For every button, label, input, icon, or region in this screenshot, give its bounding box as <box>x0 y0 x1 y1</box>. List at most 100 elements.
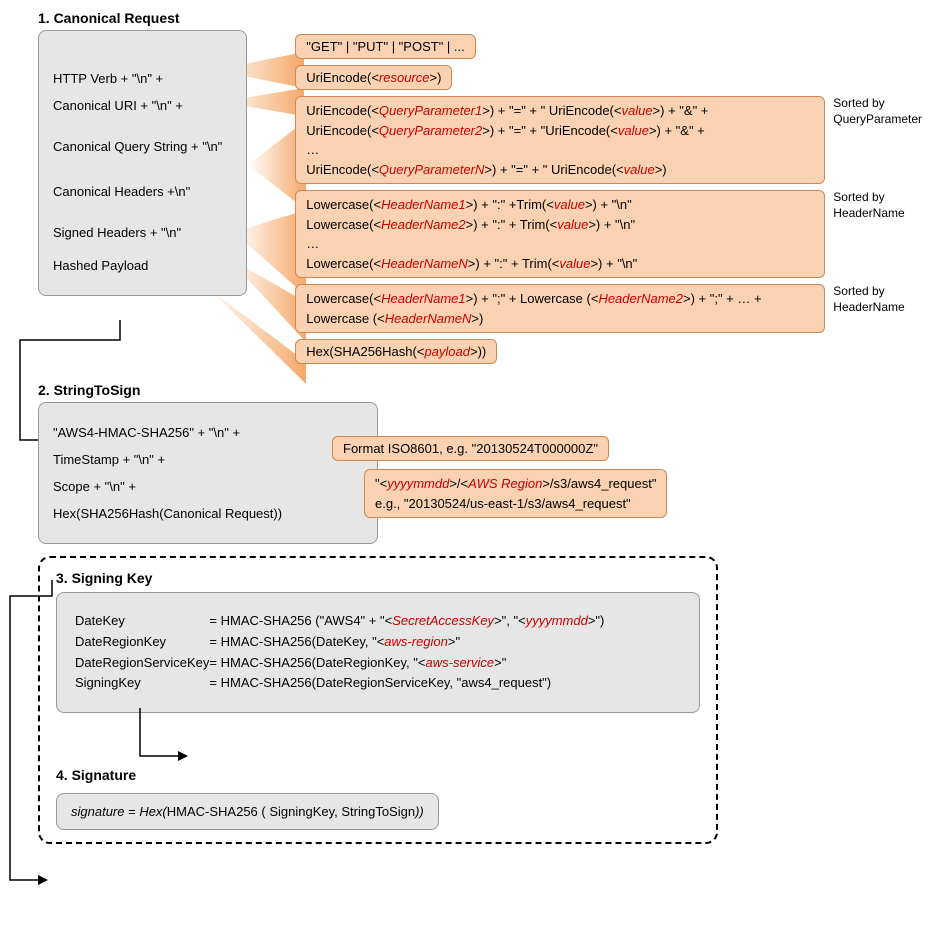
signed-headers-callout: Lowercase(<HeaderName1>) + ";" + Lowerca… <box>295 284 825 333</box>
p: QueryParameterN <box>379 162 484 177</box>
p: HeaderName1 <box>381 291 466 306</box>
uri-encode-callout: UriEncode(<resource>) <box>295 65 452 90</box>
http-verbs-callout: "GET" | "PUT" | "POST" | ... <box>295 34 475 59</box>
t: >) + ";" + Lowercase (< <box>466 291 599 306</box>
t: )) <box>415 804 424 819</box>
t: >" <box>494 655 506 670</box>
table-row: DateKey= HMAC-SHA256 ("AWS4" + "<SecretA… <box>75 611 604 632</box>
t: >", "< <box>494 613 526 628</box>
alg-label: "AWS4-HMAC-SHA256" + "\n" + <box>53 425 363 440</box>
ellipsis: … <box>306 234 814 254</box>
t: >/< <box>449 476 468 491</box>
p: HeaderNameN <box>381 256 468 271</box>
p: value <box>624 162 655 177</box>
t: >) + "=" + "UriEncode(< <box>482 123 618 138</box>
p: aws-region <box>384 634 448 649</box>
section-3-title: 3. Signing Key <box>56 570 700 586</box>
t: >) + ":" + Trim(< <box>466 217 558 232</box>
p: value <box>557 217 588 232</box>
signature-box: signature = Hex(HMAC-SHA256 ( SigningKey… <box>56 793 439 830</box>
p: SecretAccessKey <box>392 613 494 628</box>
hash-payload-callout: Hex(SHA256Hash(<payload>)) <box>295 339 497 364</box>
t: UriEncode(< <box>306 123 379 138</box>
canonical-query-label: Canonical Query String + "\n" <box>53 139 232 154</box>
hex-label: Hex(SHA256Hash(Canonical Request)) <box>53 506 363 521</box>
t: >) + "&" + <box>653 103 709 118</box>
t: >) + ":" + Trim(< <box>468 256 560 271</box>
section-1: 1. Canonical Request HTTP Verb + "\n" + … <box>38 10 922 370</box>
key: SigningKey <box>75 673 209 694</box>
t: = HMAC-SHA256(DateRegionServiceKey, "aws… <box>209 673 604 694</box>
t: HMAC-SHA256 ( SigningKey, StringToSign <box>167 804 415 819</box>
signing-key-table: DateKey= HMAC-SHA256 ("AWS4" + "<SecretA… <box>75 611 604 694</box>
t: Lowercase(< <box>306 291 381 306</box>
section-2: 2. StringToSign "AWS4-HMAC-SHA256" + "\n… <box>38 382 922 544</box>
p: AWS Region <box>468 476 542 491</box>
t: = HMAC-SHA256 ("AWS4" + "< <box>209 613 392 628</box>
sort-note-hdr: Sorted by HeaderName <box>833 190 904 221</box>
t: >) <box>655 162 667 177</box>
t: Lowercase(< <box>306 197 381 212</box>
sort-note-sh: Sorted by HeaderName <box>833 284 904 315</box>
p: yyyymmdd <box>526 613 588 628</box>
text: >) <box>430 70 442 85</box>
p: HeaderName2 <box>381 217 466 232</box>
param: resource <box>379 70 430 85</box>
table-row: DateRegionServiceKey= HMAC-SHA256(DateRe… <box>75 653 604 674</box>
scope-callout: "<yyyymmdd>/<AWS Region>/s3/aws4_request… <box>364 469 667 518</box>
t: Hex( <box>139 804 166 819</box>
string-to-sign-box: "AWS4-HMAC-SHA256" + "\n" + TimeStamp + … <box>38 402 378 544</box>
http-verb-label: HTTP Verb + "\n" + <box>53 71 232 86</box>
t: "< <box>375 476 387 491</box>
t: >) + "=" + " UriEncode(< <box>484 162 623 177</box>
p: value <box>559 256 590 271</box>
t: >) + "\n" <box>585 197 632 212</box>
timestamp-label: TimeStamp + "\n" + <box>53 452 363 467</box>
t: >") <box>588 613 605 628</box>
t: >) + "&" + <box>649 123 705 138</box>
wedge-icon <box>208 288 306 384</box>
sort-note-qp: Sorted by QueryParameter <box>833 96 922 127</box>
table-row: SigningKey= HMAC-SHA256(DateRegionServic… <box>75 673 604 694</box>
t: >) + ":" +Trim(< <box>466 197 554 212</box>
key: DateRegionKey <box>75 632 209 653</box>
headers-callout: Lowercase(<HeaderName1>) + ":" +Trim(<va… <box>295 190 825 278</box>
section-1-title: 1. Canonical Request <box>38 10 922 26</box>
p: HeaderName1 <box>381 197 466 212</box>
t: >/s3/aws4_request" <box>542 476 656 491</box>
canonical-uri-label: Canonical URI + "\n" + <box>53 98 232 113</box>
p: value <box>554 197 585 212</box>
canonical-headers-label: Canonical Headers +\n" <box>53 184 232 199</box>
t: >) + "\n" <box>590 256 637 271</box>
sig-var: signature <box>71 804 124 819</box>
t: >) + "\n" <box>588 217 635 232</box>
query-params-callout: UriEncode(<QueryParameter1>) + "=" + " U… <box>295 96 825 184</box>
p: value <box>621 103 652 118</box>
table-row: DateRegionKey= HMAC-SHA256(DateKey, "<aw… <box>75 632 604 653</box>
t: = <box>124 804 139 819</box>
t: UriEncode(< <box>306 162 379 177</box>
scope-example: e.g., "20130524/us-east-1/s3/aws4_reques… <box>375 494 656 514</box>
p: HeaderNameN <box>385 311 472 326</box>
t: = HMAC-SHA256(DateKey, "< <box>209 634 384 649</box>
section-2-title: 2. StringToSign <box>38 382 922 398</box>
t: >)) <box>470 344 486 359</box>
p: QueryParameter1 <box>379 103 482 118</box>
p: aws-service <box>426 655 495 670</box>
section-4-title: 4. Signature <box>56 767 700 783</box>
t: >" <box>448 634 460 649</box>
p: yyyymmdd <box>387 476 449 491</box>
iso-callout: Format ISO8601, e.g. "20130524T000000Z" <box>332 436 609 461</box>
t: >) + "=" + " UriEncode(< <box>482 103 621 118</box>
p: HeaderName2 <box>598 291 683 306</box>
hashed-payload-label: Hashed Payload <box>53 258 232 273</box>
dashed-container: 3. Signing Key DateKey= HMAC-SHA256 ("AW… <box>38 556 718 844</box>
canonical-request-box: HTTP Verb + "\n" + Canonical URI + "\n" … <box>38 30 247 296</box>
p: value <box>618 123 649 138</box>
t: Hex(SHA256Hash(< <box>306 344 424 359</box>
t: Lowercase(< <box>306 256 381 271</box>
scope-label: Scope + "\n" + <box>53 479 363 494</box>
key: DateKey <box>75 611 209 632</box>
ellipsis: … <box>306 140 814 160</box>
key: DateRegionServiceKey <box>75 653 209 674</box>
